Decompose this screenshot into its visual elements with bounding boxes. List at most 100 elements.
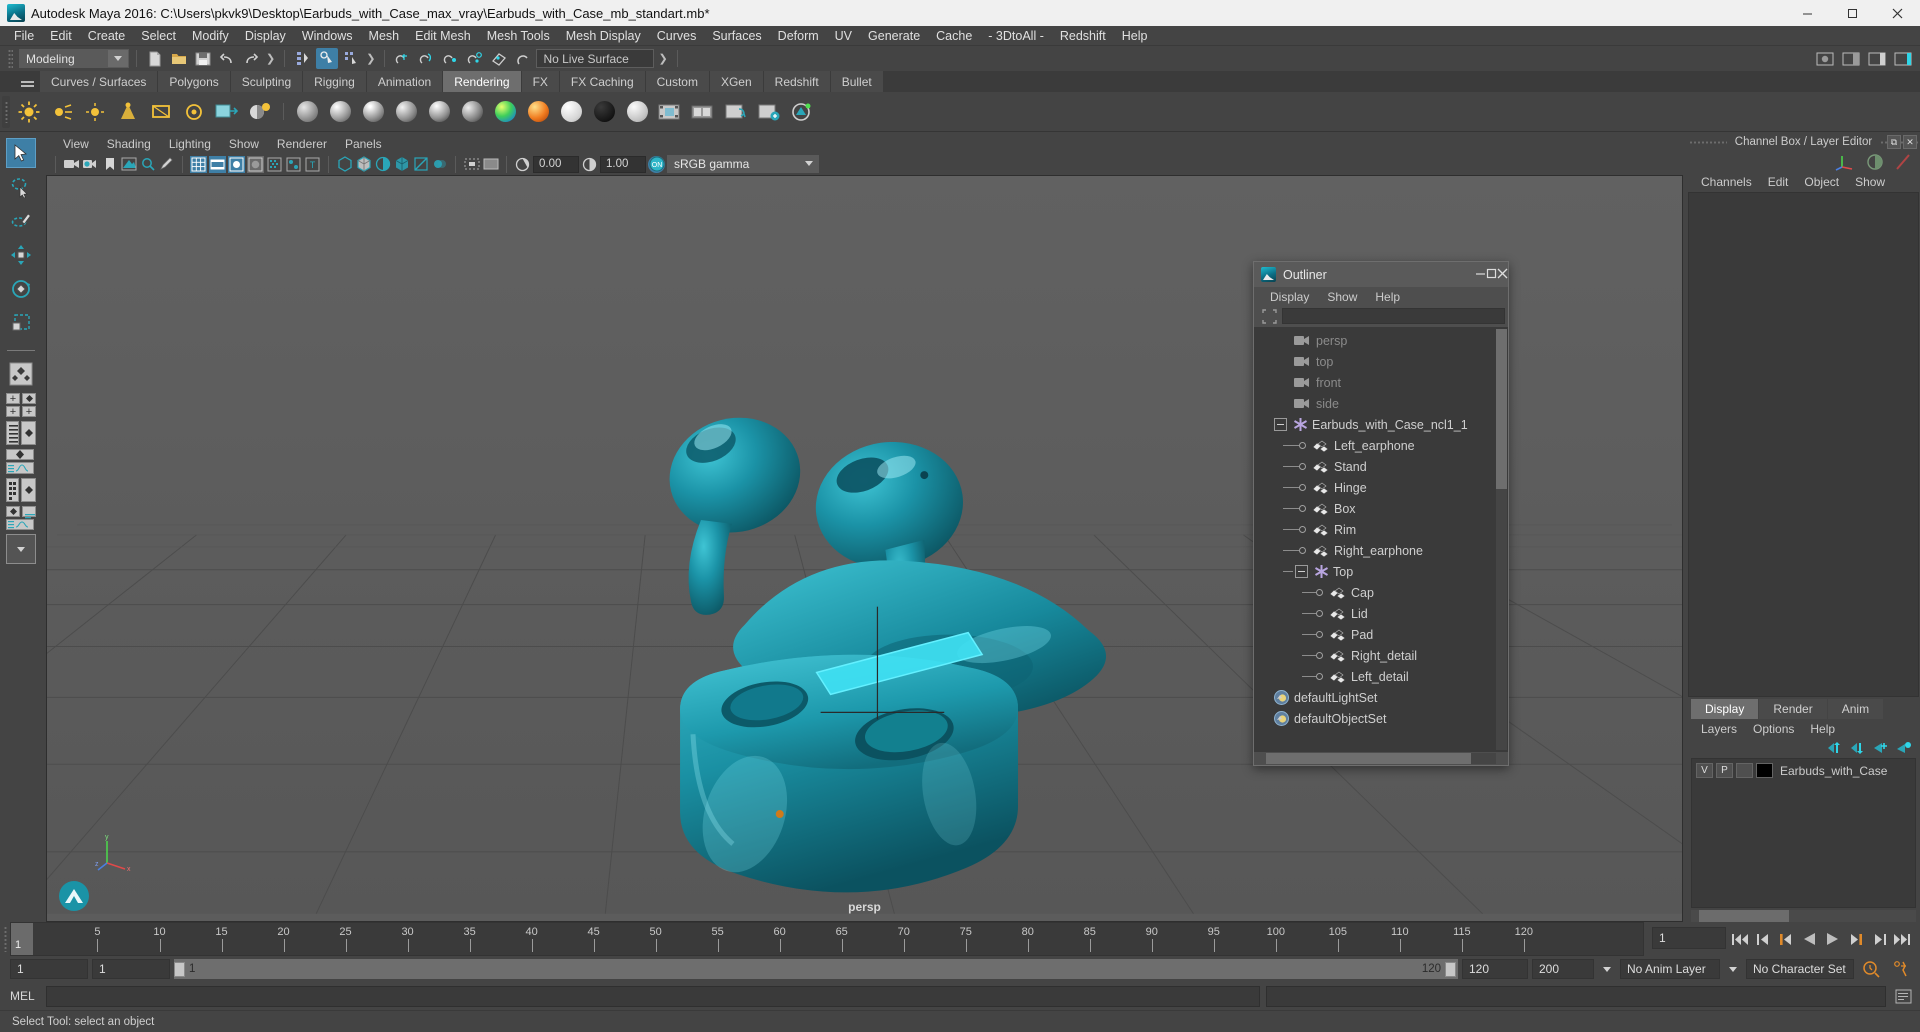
show-hide-editors-icon[interactable] [1840, 48, 1862, 69]
undo-icon[interactable] [216, 48, 238, 69]
character-set-field[interactable]: No Character Set [1746, 959, 1854, 979]
layout-persp-outliner-graph[interactable] [6, 506, 36, 530]
shelf-grip[interactable] [2, 96, 10, 128]
scale-tool[interactable] [6, 308, 36, 338]
outliner-maximize-button[interactable] [1486, 268, 1497, 282]
show-hide-attribute-editor-icon[interactable] [1866, 48, 1888, 69]
chevron-down-icon[interactable] [108, 50, 128, 67]
collapse-chevron-icon[interactable]: ❯ [364, 52, 377, 65]
exposure-icon[interactable] [514, 156, 531, 173]
outliner-menu-help[interactable]: Help [1367, 289, 1408, 305]
outliner-item-hinge[interactable]: Hinge [1254, 477, 1508, 498]
snap-to-projected-center-icon[interactable] [464, 48, 486, 69]
shelf-tab-bullet[interactable]: Bullet [830, 71, 883, 92]
shelf-tab-fx-caching[interactable]: FX Caching [559, 71, 645, 92]
grey-sphere-icon[interactable] [622, 97, 652, 127]
display-wireframe-on-shaded-icon[interactable] [482, 156, 499, 173]
outliner-item-stand[interactable]: Stand [1254, 456, 1508, 477]
range-slider-left-handle[interactable] [174, 961, 185, 977]
film-gate-icon[interactable] [209, 155, 226, 173]
outliner-search-input[interactable] [1282, 308, 1505, 324]
select-by-object-type-icon[interactable] [316, 48, 339, 69]
layer-list-horizontal-scrollbar[interactable] [1691, 910, 1916, 922]
color-management-toggle-icon[interactable]: ON [648, 155, 665, 173]
shelf-tab-polygons[interactable]: Polygons [158, 71, 230, 92]
outliner-item-side[interactable]: side [1254, 393, 1508, 414]
ipr-render-icon[interactable] [754, 97, 784, 127]
outliner-item-top-group[interactable]: Top [1254, 561, 1508, 582]
menu-edit-mesh[interactable]: Edit Mesh [407, 27, 479, 45]
layout-single-perspective[interactable] [6, 359, 36, 389]
camera-attributes-icon[interactable] [82, 156, 99, 173]
channel-menu-object[interactable]: Object [1796, 174, 1847, 190]
go-to-start-button[interactable] [1730, 926, 1751, 952]
area-light-icon[interactable] [146, 97, 176, 127]
shelf-tab-curves-surfaces[interactable]: Curves / Surfaces [40, 71, 158, 92]
range-end-field[interactable]: 1 [92, 959, 170, 979]
layer-list[interactable]: V P Earbuds_with_Case [1691, 758, 1916, 908]
menu-select[interactable]: Select [133, 27, 184, 45]
outliner-menu-show[interactable]: Show [1319, 289, 1365, 305]
go-to-end-button[interactable] [1891, 926, 1912, 952]
shaded-textured-icon[interactable] [266, 156, 283, 173]
wireframe-shading-icon[interactable] [228, 155, 245, 173]
layer-visibility-toggle[interactable]: V [1696, 763, 1713, 778]
auto-keyframe-toggle-icon[interactable] [1858, 960, 1884, 978]
motion-blur-icon[interactable] [431, 156, 448, 173]
step-back-key-button[interactable] [1776, 926, 1797, 952]
outliner-minimize-button[interactable] [1475, 268, 1486, 282]
smooth-shade-all-icon[interactable] [247, 155, 264, 173]
new-scene-icon[interactable] [144, 48, 166, 69]
close-panel-button[interactable]: ✕ [1903, 135, 1917, 149]
new-layer-icon[interactable] [1873, 741, 1889, 755]
command-language-label[interactable]: MEL [10, 989, 40, 1003]
layer-editor-buttons[interactable] [1687, 738, 1920, 758]
outliner-item-earbuds-with-case-ncl1-1[interactable]: Earbuds_with_Case_ncl1_1 [1254, 414, 1508, 435]
current-frame-field[interactable]: 1 [1652, 927, 1726, 949]
surface-shader-icon[interactable] [523, 97, 553, 127]
outliner-window-controls[interactable] [1475, 268, 1508, 282]
menu-3dtoall[interactable]: - 3DtoAll - [980, 27, 1052, 45]
gamma-icon[interactable] [581, 156, 598, 173]
new-layer-from-selection-icon[interactable] [1896, 741, 1912, 755]
ambient-occlusion-icon[interactable] [393, 156, 410, 173]
xray-icon[interactable] [336, 156, 353, 173]
snap-to-curve-icon[interactable] [416, 48, 438, 69]
viewport-menu-show[interactable]: Show [220, 136, 268, 152]
menu-surfaces[interactable]: Surfaces [704, 27, 769, 45]
outliner-window[interactable]: Outliner Display Show Help persp top fro… [1253, 261, 1509, 766]
window-controls[interactable] [1785, 0, 1920, 26]
shelf-tab-redshift[interactable]: Redshift [763, 71, 830, 92]
layer-tab-render[interactable]: Render [1759, 699, 1827, 719]
outliner-tree[interactable]: persp top front side Earbuds_with_Case_n… [1254, 327, 1508, 752]
render-view-icon[interactable] [1814, 48, 1836, 69]
outliner-item-rim[interactable]: Rim [1254, 519, 1508, 540]
sphere-phong-icon[interactable] [358, 97, 388, 127]
command-input[interactable] [46, 985, 1260, 1007]
image-plane-icon[interactable] [120, 156, 137, 173]
shelf-icon-bar[interactable] [0, 92, 1920, 132]
menu-deform[interactable]: Deform [770, 27, 827, 45]
minimize-button[interactable] [1785, 0, 1830, 26]
layer-display-type-toggle[interactable] [1736, 763, 1753, 778]
command-output[interactable] [1266, 985, 1886, 1007]
anti-alias-icon[interactable] [412, 156, 429, 173]
layer-menu-layers[interactable]: Layers [1693, 721, 1745, 737]
layout-hypershade-persp[interactable] [6, 478, 36, 502]
menu-uv[interactable]: UV [827, 27, 860, 45]
sphere-anisotropic-icon[interactable] [424, 97, 454, 127]
gamma-field[interactable]: 1.00 [600, 155, 646, 173]
select-by-hierarchy-icon[interactable] [292, 48, 314, 69]
shelf-tab-custom[interactable]: Custom [645, 71, 709, 92]
layout-persp-graph[interactable] [6, 449, 36, 474]
menu-set-selector[interactable]: Modeling [19, 49, 129, 68]
play-backwards-button[interactable] [1799, 926, 1820, 952]
render-sequence-icon[interactable] [655, 97, 685, 127]
menu-display[interactable]: Display [237, 27, 294, 45]
snap-to-view-plane-icon[interactable] [488, 48, 510, 69]
layer-editor-menu-bar[interactable]: Layers Options Help [1687, 719, 1920, 738]
rotate-tool[interactable] [6, 274, 36, 304]
viewport-menu-lighting[interactable]: Lighting [160, 136, 220, 152]
shelf-tab-sculpting[interactable]: Sculpting [230, 71, 303, 92]
menu-file[interactable]: File [6, 27, 42, 45]
